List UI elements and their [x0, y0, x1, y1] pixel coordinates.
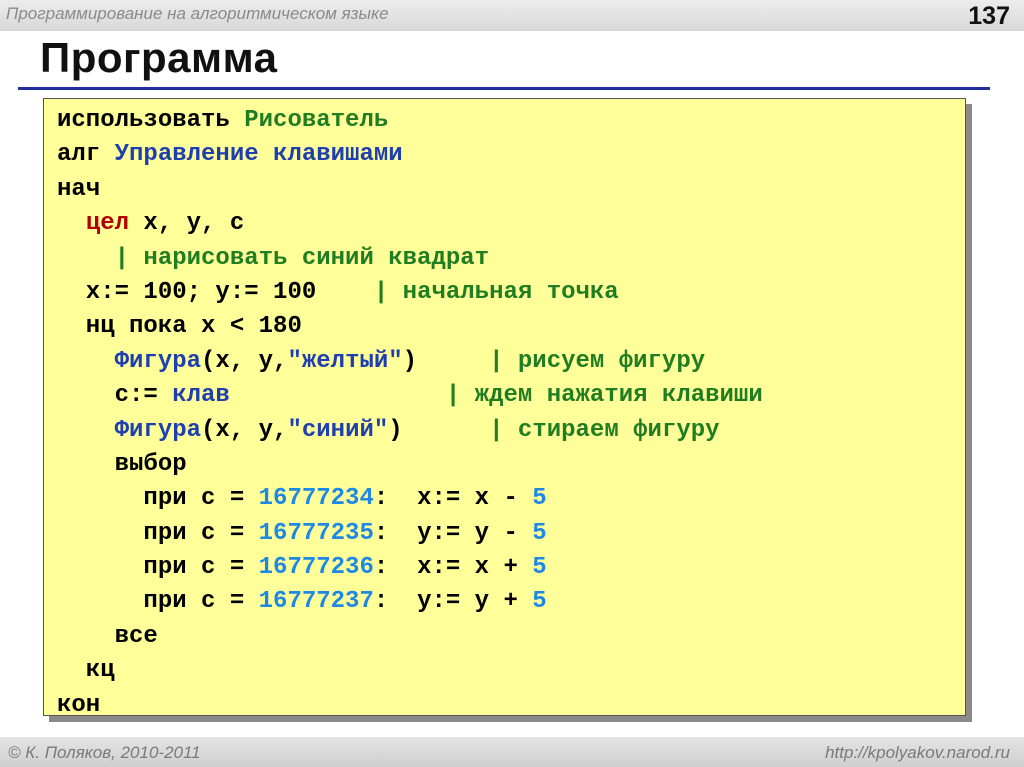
- code-token: ): [402, 347, 490, 375]
- code-line: при c = 16777234: x:= x - 5: [57, 482, 763, 516]
- code-token: все: [57, 622, 158, 650]
- code-token: : x:= x -: [373, 485, 533, 513]
- code-token: 5: [532, 519, 547, 547]
- code-line: x:= 100; y:= 100 | начальная точка: [57, 276, 763, 310]
- code-token: при c =: [57, 485, 259, 513]
- code-token: : y:= y +: [373, 588, 533, 616]
- code-line: Фигура (x, y, "желтый") | рисуем фигуру: [57, 345, 763, 379]
- code-token: Фигура: [114, 347, 202, 375]
- code-token: нц пока x < 180: [57, 313, 302, 341]
- code-block: использовать Рисователь алг Управление кл…: [43, 98, 966, 719]
- code-token: | нарисовать синий квадрат: [114, 244, 490, 272]
- code-token: нач: [57, 175, 101, 203]
- code-token: клав: [172, 382, 230, 410]
- footer-site: http://kpolyakov.narod.ru: [825, 743, 1010, 762]
- course-title: Программирование на алгоритмическом язык…: [6, 4, 389, 23]
- code-line: кон: [57, 689, 763, 723]
- code-token: цел: [85, 210, 130, 238]
- code-listing: использовать Рисователь алг Управление кл…: [57, 104, 763, 723]
- code-token: | стираем фигуру: [489, 416, 720, 444]
- code-line: Фигура (x, y, "синий") | стираем фигуру: [57, 414, 763, 448]
- code-line: кц: [57, 654, 763, 688]
- code-line: выбор: [57, 448, 763, 482]
- code-token: | начальная точка: [373, 278, 619, 306]
- footer-bar: © К. Поляков, 2010-2011 http://kpolyakov…: [0, 737, 1024, 767]
- code-line: c:= клав | ждем нажатия клавиши: [57, 379, 763, 413]
- header-bar: Программирование на алгоритмическом язык…: [0, 0, 1024, 31]
- code-token: при c =: [57, 588, 259, 616]
- code-token: 5: [532, 554, 547, 582]
- code-line: при c = 16777235: y:= y - 5: [57, 517, 763, 551]
- code-token: | рисуем фигуру: [489, 347, 706, 375]
- code-token: c:=: [57, 382, 173, 410]
- code-token: выбор: [57, 450, 187, 478]
- code-line: все: [57, 620, 763, 654]
- title-divider: [18, 87, 990, 90]
- code-token: кон: [57, 691, 101, 719]
- code-line: нц пока x < 180: [57, 310, 763, 344]
- code-token: 5: [532, 485, 547, 513]
- code-token: x:= 100; y:= 100: [57, 278, 374, 306]
- page-number: 137: [968, 2, 1010, 30]
- code-line: | нарисовать синий квадрат: [57, 242, 763, 276]
- code-line: нач: [57, 173, 763, 207]
- code-token: при c =: [57, 519, 259, 547]
- code-token: 16777235: [258, 519, 374, 547]
- code-token: "желтый": [287, 347, 403, 375]
- code-line: использовать Рисователь: [57, 104, 763, 138]
- code-token: : y:= y -: [373, 519, 533, 547]
- code-line: цел x, y, c: [57, 207, 763, 241]
- code-token: алг: [57, 141, 115, 169]
- code-token: кц: [57, 657, 115, 685]
- code-token: | ждем нажатия клавиши: [445, 382, 763, 410]
- code-token: Рисователь: [244, 107, 389, 134]
- code-line: при c = 16777236: x:= x + 5: [57, 551, 763, 585]
- code-token: 16777236: [258, 554, 374, 582]
- code-token: x, y, c: [129, 210, 245, 238]
- slide-title: Программа: [40, 34, 278, 81]
- code-line: алг Управление клавишами: [57, 138, 763, 172]
- code-token: (x, y,: [201, 347, 288, 375]
- code-line: при c = 16777237: y:= y + 5: [57, 585, 763, 619]
- code-token: 16777237: [258, 588, 374, 616]
- code-token: Фигура: [114, 416, 202, 444]
- code-token: при c =: [57, 554, 259, 582]
- code-token: (x, y,: [201, 416, 288, 444]
- code-token: ): [388, 416, 490, 444]
- code-token: : x:= x +: [373, 554, 533, 582]
- code-token: Управление клавишами: [114, 141, 403, 169]
- code-token: использовать: [57, 107, 245, 134]
- code-token: "синий": [287, 416, 389, 444]
- footer-author: © К. Поляков, 2010-2011: [8, 743, 201, 762]
- code-token: 5: [532, 588, 547, 616]
- code-token: 16777234: [258, 485, 374, 513]
